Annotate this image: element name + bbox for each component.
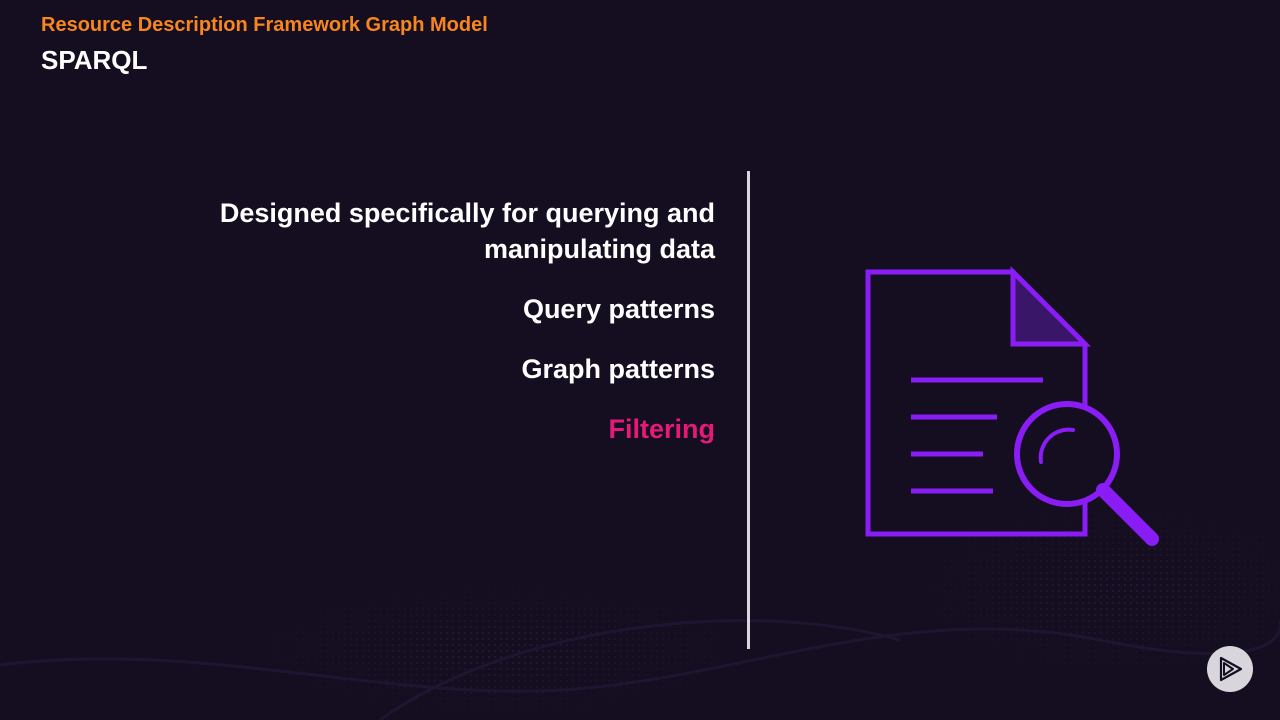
vertical-divider	[747, 171, 750, 649]
bullet-line: Designed specifically for querying and	[219, 198, 715, 228]
bullet-item-filtering: Filtering	[608, 414, 716, 444]
bullet-item-graph-patterns: Graph patterns	[521, 354, 715, 384]
bullet-list: Designed specifically for querying and m…	[95, 195, 715, 447]
play-triangles-icon	[1219, 656, 1243, 682]
section-title: Resource Description Framework Graph Mod…	[41, 14, 488, 36]
bullet-line: manipulating data	[483, 234, 715, 264]
bullet-item-designed: Designed specifically for querying and m…	[95, 195, 715, 267]
bullet-item-query-patterns: Query patterns	[522, 294, 715, 324]
document-search-icon	[865, 265, 1159, 546]
slide: Resource Description Framework Graph Mod…	[0, 0, 1280, 720]
slide-title: SPARQL	[41, 45, 148, 75]
pluralsight-play-icon[interactable]	[1207, 646, 1253, 692]
